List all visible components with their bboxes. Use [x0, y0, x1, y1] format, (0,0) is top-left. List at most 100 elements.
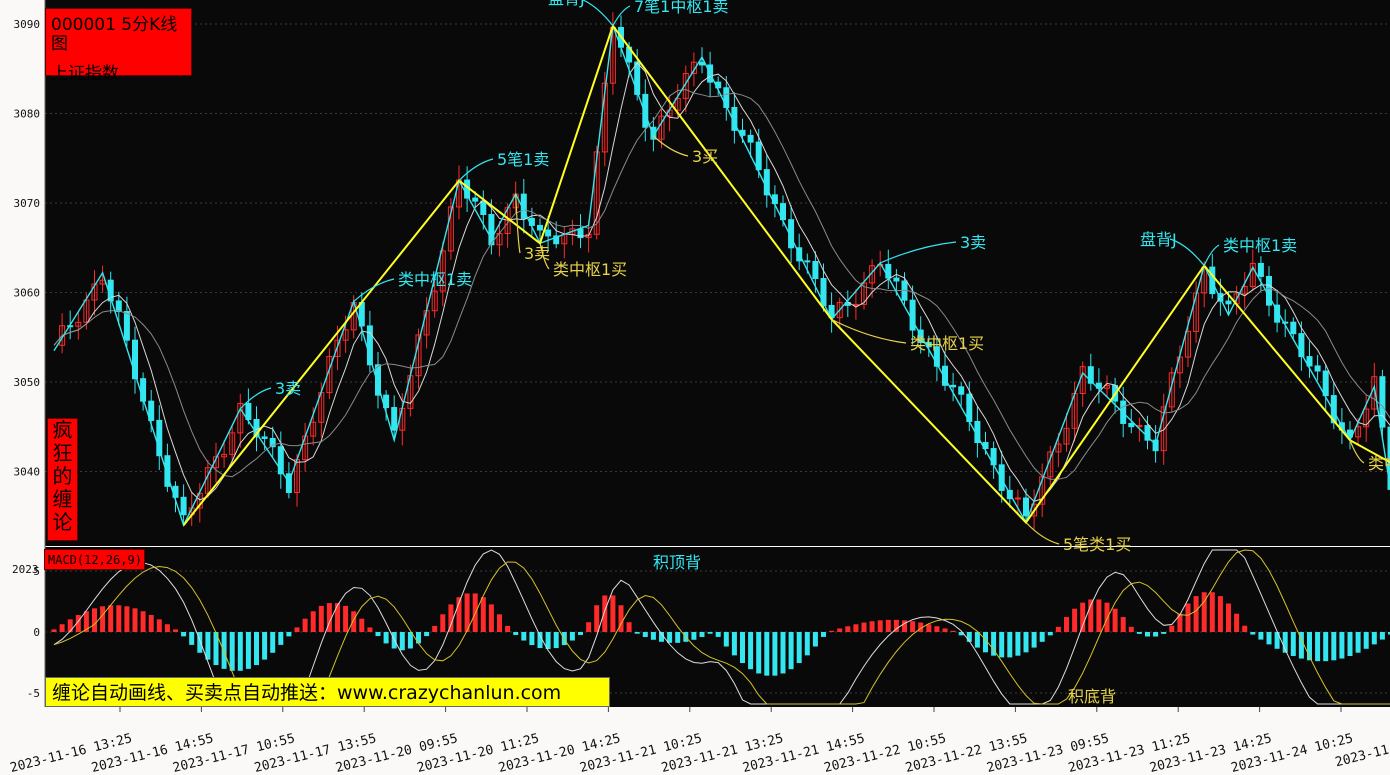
macd-bar — [1323, 632, 1329, 662]
macd-bar — [221, 632, 227, 669]
macd-bar — [513, 632, 519, 635]
macd-tick-label: 0 — [33, 626, 40, 639]
macd-bar — [812, 632, 818, 647]
macd-bar — [505, 625, 511, 632]
macd-bar — [553, 632, 559, 649]
macd-bar — [254, 632, 259, 666]
macd-bar — [335, 603, 340, 632]
macd-bar — [602, 595, 608, 632]
brand-char: 的 — [52, 464, 73, 488]
brand-char: 疯 — [52, 418, 73, 442]
macd-bar — [51, 629, 57, 632]
macd-bar — [237, 632, 243, 671]
macd-bar — [1039, 632, 1045, 642]
macd-bar — [1023, 632, 1029, 653]
chart-title-box: 000001 5分K线图 上证指数 — [45, 8, 192, 84]
signal-label: 3卖 — [960, 233, 986, 252]
candle-body — [1379, 376, 1386, 428]
brand-char: 论 — [52, 510, 73, 534]
macd-bar — [594, 605, 600, 632]
macd-bar — [399, 632, 405, 651]
candle-body — [261, 436, 268, 439]
macd-bar — [375, 632, 381, 637]
macd-bar — [748, 632, 754, 670]
macd-bar — [302, 618, 308, 632]
macd-tick-label: -5 — [27, 687, 40, 700]
macd-bar — [1055, 626, 1061, 632]
macd-bar — [181, 632, 187, 637]
macd-bar — [1217, 596, 1223, 632]
macd-bar — [731, 632, 737, 656]
macd-bar — [100, 606, 106, 632]
macd-bar — [351, 611, 357, 632]
macd-bar — [1080, 602, 1086, 632]
macd-bar — [383, 632, 389, 644]
candle-body — [1209, 266, 1216, 295]
macd-bar — [642, 632, 648, 637]
macd-bar — [861, 622, 867, 632]
candle-body — [893, 277, 900, 282]
macd-bar — [359, 618, 365, 632]
macd-bar — [132, 608, 138, 632]
macd-bar — [1136, 632, 1142, 634]
brand-vertical-label: 疯 狂 的 缠 论 — [47, 418, 78, 541]
macd-bar — [440, 614, 446, 632]
macd-bar — [626, 622, 632, 632]
macd-bar — [1153, 632, 1159, 637]
signal-label: 类中枢1买 — [553, 260, 627, 279]
candle-body — [1023, 497, 1029, 517]
macd-bar — [140, 611, 146, 632]
time-axis: 2023-11-16 13:252023-11-16 14:552023-11-… — [9, 707, 1390, 775]
macd-bar — [675, 632, 681, 643]
candle-body — [1290, 321, 1297, 335]
macd-bar — [1047, 632, 1053, 636]
macd-bar — [1193, 596, 1199, 632]
price-tick-label: 3060 — [14, 287, 41, 300]
signal-label: 7笔1中枢1卖 — [634, 0, 729, 16]
macd-bar — [578, 632, 583, 635]
macd-bar — [59, 624, 65, 632]
signal-label: 3卖 — [275, 379, 301, 398]
macd-bar — [667, 632, 673, 643]
candle-body — [958, 386, 965, 395]
signal-label: 类中 — [1368, 454, 1390, 473]
macd-bar — [278, 632, 284, 645]
macd-bar — [529, 632, 535, 646]
macd-bar — [229, 632, 235, 671]
macd-bar — [537, 632, 543, 649]
macd-bar — [1112, 608, 1118, 632]
macd-bar — [1331, 632, 1337, 661]
macd-bar — [877, 620, 883, 632]
macd-bar — [1128, 626, 1134, 632]
promo-banner[interactable]: 缠论自动画线、买卖点自动推送：www.crazychanlun.com — [45, 677, 610, 707]
macd-bar — [1290, 632, 1296, 656]
macd-bar — [1072, 608, 1078, 632]
candle-body — [1014, 497, 1021, 500]
macd-bar — [286, 632, 292, 637]
candle-body — [1322, 370, 1329, 397]
macd-bar — [270, 632, 276, 653]
macd-bar — [1226, 603, 1231, 632]
macd-bar — [521, 632, 527, 641]
macd-bar — [1209, 592, 1215, 632]
macd-bar — [124, 606, 130, 632]
macd-bar — [1250, 632, 1256, 635]
macd-bar — [853, 624, 859, 632]
candle-body — [123, 311, 130, 341]
candle-body — [634, 61, 641, 95]
price-axis: 3040 3050 3060 3070 3080 3090 — [14, 0, 46, 707]
macd-bar — [723, 632, 729, 647]
macd-bar — [164, 624, 170, 632]
candle-body — [537, 224, 543, 231]
macd-axis: -5052023 — [12, 563, 40, 700]
macd-bar — [1169, 625, 1175, 632]
macd-bar — [432, 625, 438, 632]
macd-bar — [156, 619, 162, 632]
macd-bar — [1064, 617, 1069, 632]
macd-bar — [845, 626, 851, 632]
macd-label: MACD(12,26,9) — [44, 549, 145, 570]
macd-bar — [343, 605, 349, 632]
signal-label: 类中枢1卖 — [398, 270, 472, 289]
brand-char: 缠 — [52, 487, 73, 511]
macd-bar — [318, 605, 324, 632]
